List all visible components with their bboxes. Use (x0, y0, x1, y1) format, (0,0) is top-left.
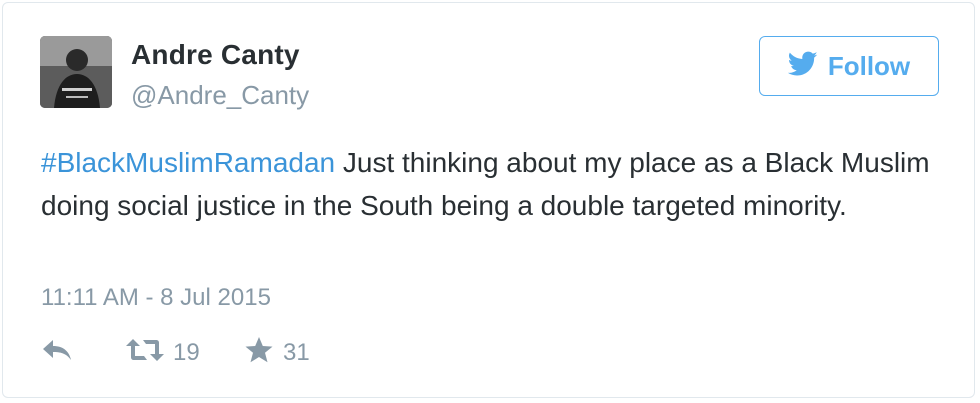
follow-label: Follow (827, 50, 911, 81)
tweet-text: #BlackMuslimRamadan Just thinking about … (41, 141, 941, 227)
display-name[interactable]: Andre Canty (131, 39, 300, 71)
star-icon (243, 335, 275, 370)
screen-name[interactable]: @Andre_Canty (131, 80, 309, 111)
twitter-bird-icon (787, 51, 818, 82)
follow-button[interactable]: Follow (759, 36, 939, 96)
reply-button[interactable] (41, 335, 73, 370)
retweet-button[interactable]: 19 (125, 335, 200, 370)
retweet-count: 19 (173, 338, 200, 366)
hashtag-link[interactable]: #BlackMuslimRamadan (41, 147, 335, 178)
reply-icon (41, 335, 73, 370)
avatar-photo (40, 36, 112, 108)
favorite-count: 31 (283, 338, 310, 366)
retweet-icon (125, 335, 165, 370)
favorite-button[interactable]: 31 (243, 335, 310, 370)
tweet-card: Andre Canty @Andre_Canty Follow #BlackMu… (2, 2, 975, 398)
timestamp[interactable]: 11:11 AM - 8 Jul 2015 (41, 284, 271, 312)
avatar[interactable] (40, 36, 112, 108)
